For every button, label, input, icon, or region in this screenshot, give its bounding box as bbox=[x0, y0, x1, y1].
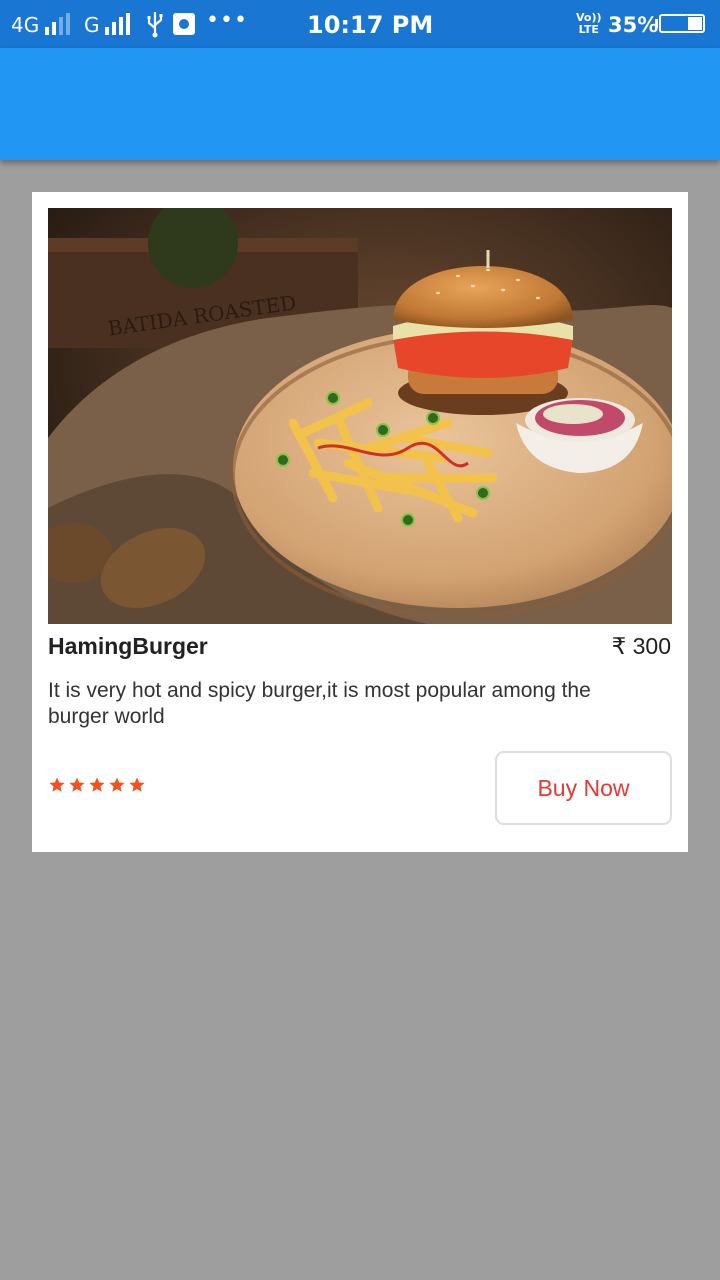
star-icon bbox=[129, 777, 145, 792]
star-icon bbox=[69, 777, 85, 792]
star-icon bbox=[109, 777, 125, 792]
app-bar bbox=[0, 48, 720, 160]
product-price: ₹ 300 bbox=[611, 633, 671, 659]
star-icon bbox=[89, 777, 105, 792]
buy-now-button[interactable]: Buy Now bbox=[495, 751, 672, 825]
product-name: HamingBurger bbox=[48, 633, 208, 659]
signal-strength-icon-2 bbox=[105, 13, 130, 35]
product-image: BATIDA ROASTED bbox=[48, 208, 672, 624]
battery-fill bbox=[688, 17, 702, 30]
network-g-label: G bbox=[84, 13, 100, 37]
network-4g-label: 4G bbox=[11, 13, 40, 37]
charging-bolt-icon: ⚡ bbox=[679, 13, 689, 29]
product-description: It is very hot and spicy burger,it is mo… bbox=[48, 679, 591, 728]
star-icon bbox=[49, 777, 65, 792]
battery-icon: ⚡ bbox=[659, 13, 705, 33]
product-card: BATIDA ROASTED HamingBurger ₹ 300 It is … bbox=[32, 192, 688, 852]
more-notifications-icon: ••• bbox=[206, 8, 248, 33]
volte-icon: Vo)) LTE bbox=[576, 12, 602, 36]
notification-app-icon bbox=[173, 13, 195, 35]
star-rating bbox=[48, 776, 146, 794]
burger-photo: BATIDA ROASTED bbox=[48, 208, 672, 624]
status-bar: 4G G ••• 10:17 PM Vo)) LTE 35% ⚡ bbox=[0, 0, 720, 48]
signal-strength-icon bbox=[45, 13, 70, 35]
usb-icon bbox=[147, 12, 163, 38]
clock: 10:17 PM bbox=[307, 11, 434, 39]
volte-bottom-label: LTE bbox=[578, 23, 599, 36]
battery-nub bbox=[655, 19, 658, 28]
battery-percent: 35% bbox=[608, 13, 659, 37]
